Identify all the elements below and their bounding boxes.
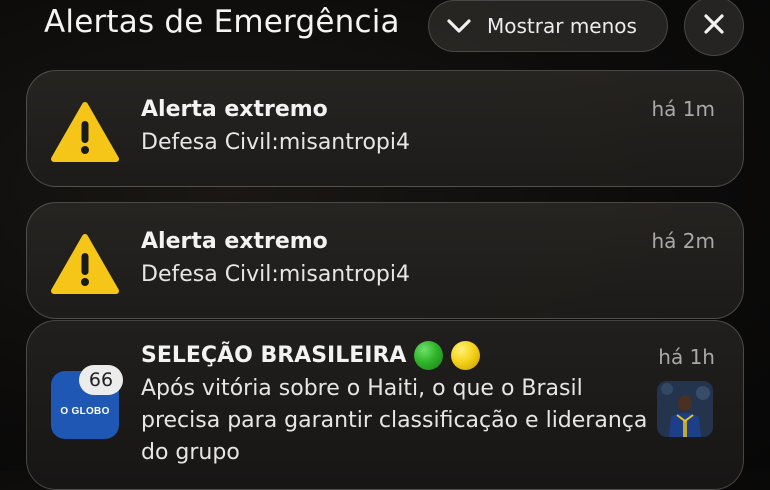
yellow-circle-icon	[451, 341, 481, 370]
notification-title: SELEÇÃO BRASILEIRA	[141, 343, 407, 368]
show-less-label: Mostrar menos	[487, 14, 637, 38]
warning-icon	[51, 233, 119, 295]
news-thumbnail-image	[657, 381, 713, 437]
app-icon-text: O GLOBO	[60, 406, 110, 417]
news-notification[interactable]: O GLOBO 66 SELEÇÃO BRASILEIRA há 1h Após…	[26, 320, 744, 490]
notification-body: Após vitória sobre o Haiti, o que o Bras…	[141, 376, 648, 465]
close-icon	[702, 12, 726, 40]
show-less-button[interactable]: Mostrar menos	[428, 0, 668, 52]
close-button[interactable]	[684, 0, 744, 56]
notification-body: Defesa Civil:misantropi4	[141, 262, 410, 287]
notification-title-row: SELEÇÃO BRASILEIRA	[141, 341, 481, 370]
notification-time: há 1m	[651, 97, 716, 121]
notification-count-badge: 66	[79, 365, 123, 395]
notification-title: Alerta extremo	[141, 229, 328, 254]
notification-time: há 2m	[651, 229, 716, 253]
chevron-down-icon	[445, 16, 473, 36]
emergency-alert-notification[interactable]: Alerta extremo Defesa Civil:misantropi4 …	[26, 70, 744, 187]
emergency-alert-notification[interactable]: Alerta extremo Defesa Civil:misantropi4 …	[26, 202, 744, 319]
warning-icon	[51, 101, 119, 163]
notification-body: Defesa Civil:misantropi4	[141, 130, 410, 155]
notification-time: há 1h	[658, 345, 715, 369]
notification-title: Alerta extremo	[141, 97, 328, 122]
page-title: Alertas de Emergência	[44, 4, 400, 40]
green-circle-icon	[414, 341, 444, 370]
